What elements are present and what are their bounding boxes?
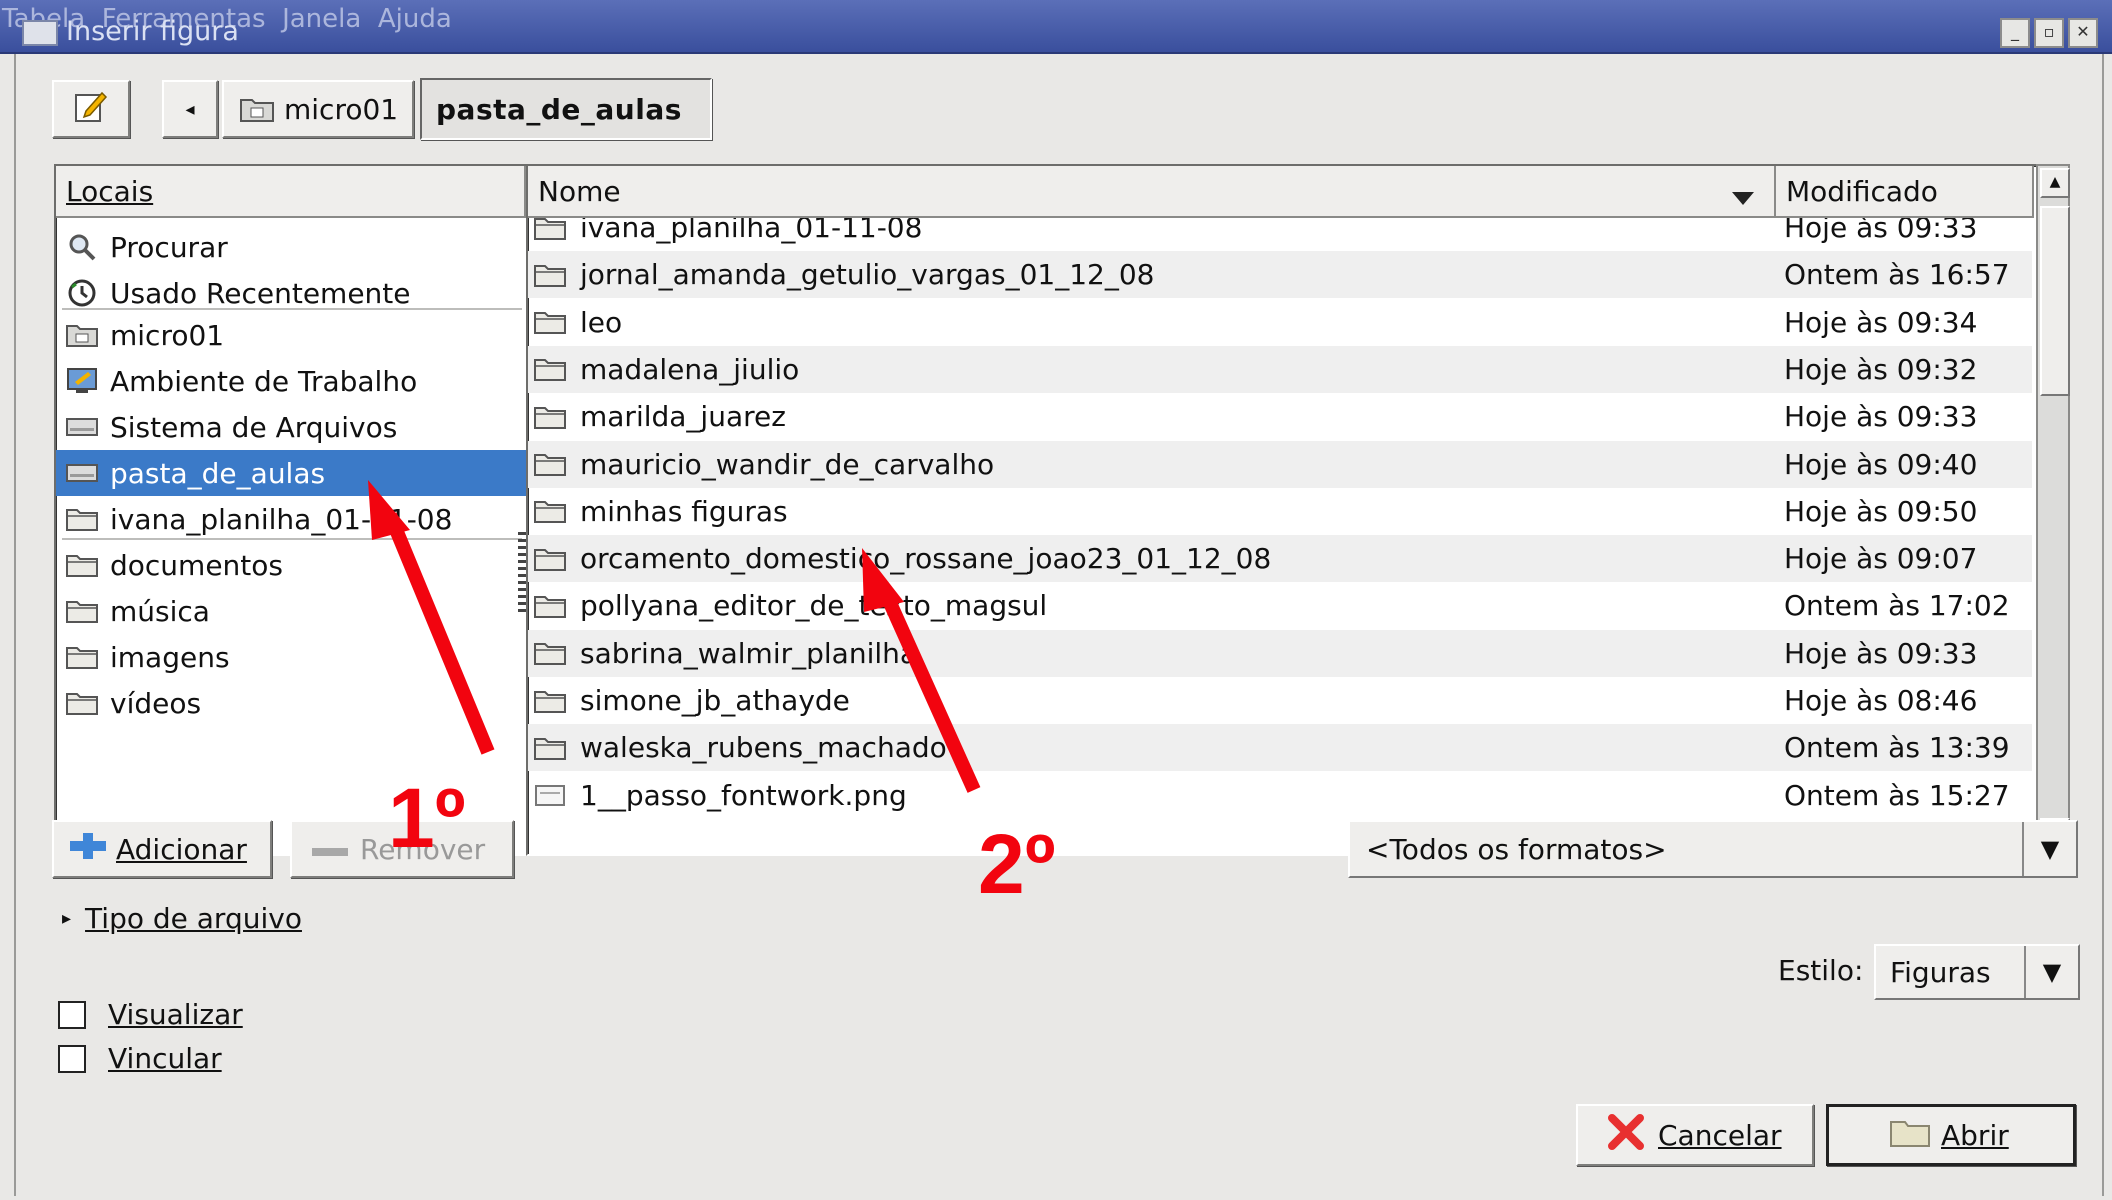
annotation-step-1: 1º [388,771,466,865]
annotation-arrows [368,480,981,793]
arrow-1-icon [368,480,495,755]
annotation-step-2: 2º [978,817,1056,911]
arrow-2-icon [862,548,981,793]
